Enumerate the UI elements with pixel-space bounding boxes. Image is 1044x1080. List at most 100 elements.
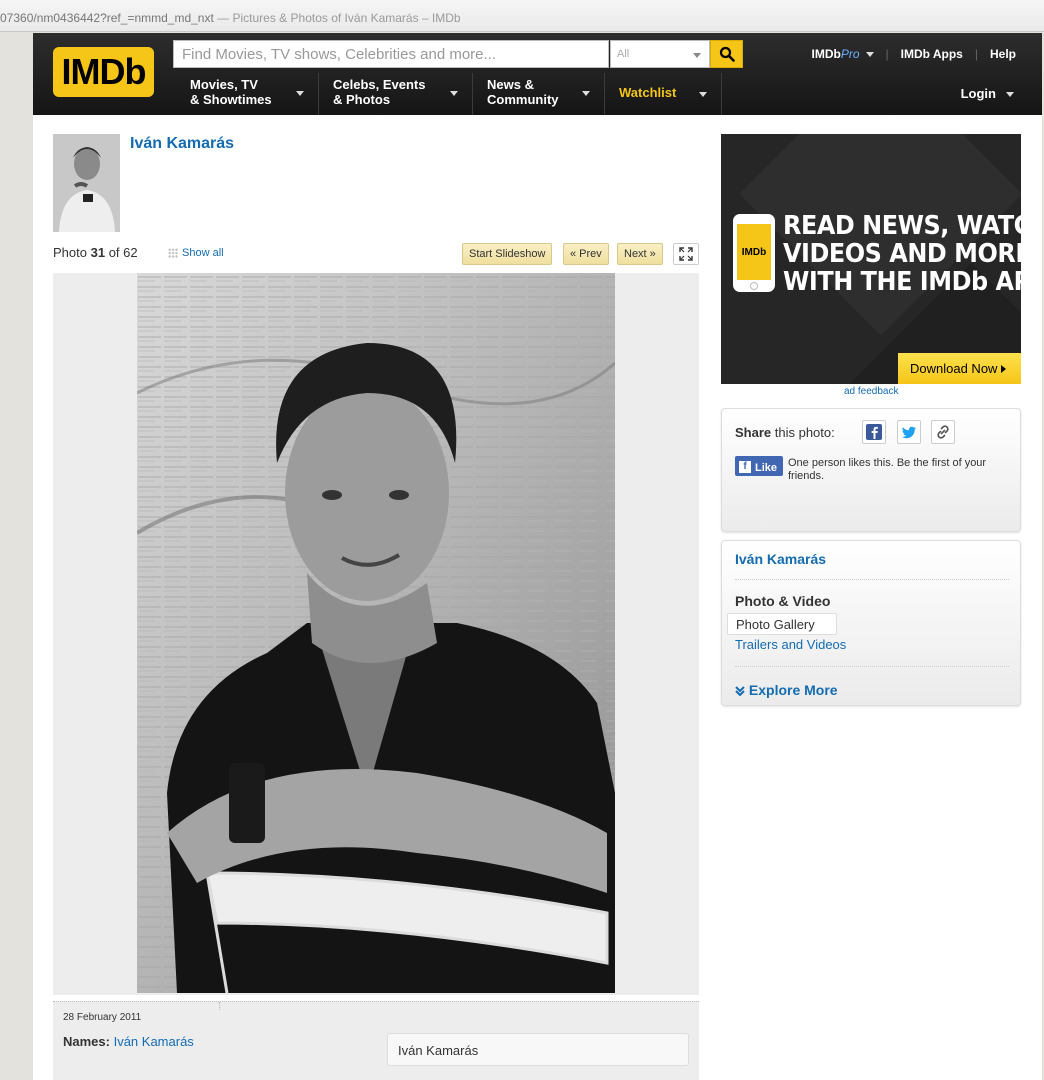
login-link[interactable]: Login — [961, 86, 1014, 101]
person-nav-box: Iván Kamarás Photo & Video Photo Gallery… — [721, 540, 1021, 706]
search-box — [173, 40, 609, 68]
search-category-select[interactable]: All — [610, 40, 710, 68]
ad-headline: READ NEWS, WATCH VIDEOS AND MORE WITH TH… — [783, 211, 1021, 297]
menu-label-line2: & Photos — [333, 92, 391, 107]
menu-news-community[interactable]: News & Community — [473, 73, 605, 115]
show-all-label: Show all — [182, 247, 224, 259]
person-thumbnail-image — [53, 134, 120, 232]
chevron-down-icon — [699, 92, 707, 97]
double-chevron-down-icon — [735, 686, 745, 697]
chevron-down-icon — [1006, 92, 1014, 98]
phone-screen-logo: IMDb — [737, 224, 771, 280]
link-icon — [937, 425, 949, 439]
fullscreen-button[interactable] — [673, 243, 699, 265]
imdb-apps-link[interactable]: IMDb Apps — [901, 47, 963, 61]
divider — [735, 579, 1009, 580]
divider: | — [974, 47, 978, 61]
chevron-down-icon — [450, 91, 458, 96]
grid-icon — [168, 248, 178, 258]
divider: | — [885, 47, 889, 61]
facebook-share-button[interactable] — [862, 420, 886, 444]
phone-icon: IMDb — [733, 214, 775, 292]
explore-more-label: Explore More — [748, 682, 838, 698]
menu-label-line1: Movies, TV — [190, 77, 258, 92]
help-link[interactable]: Help — [990, 47, 1016, 61]
facebook-like-button[interactable]: f Like — [735, 456, 783, 476]
url-text: 07360/nm0436442?ref_=nmmd_md_nxt — [0, 11, 214, 25]
start-slideshow-button[interactable]: Start Slideshow — [462, 243, 553, 265]
divider — [219, 1002, 220, 1010]
chevron-down-icon — [296, 91, 304, 96]
arrow-right-icon — [1001, 365, 1007, 373]
chevron-down-icon — [582, 91, 590, 96]
person-thumbnail[interactable] — [53, 134, 120, 232]
photo-tag-box: Iván Kamarás — [387, 1033, 689, 1066]
main-photo[interactable] — [137, 273, 615, 993]
main-photo-frame — [53, 273, 699, 995]
share-box: Share this photo: f Like One person likes… — [721, 408, 1021, 532]
show-all-link[interactable]: Show all — [168, 247, 224, 259]
ad-headline-line: VIDEOS AND MORE — [783, 239, 1021, 269]
twitter-share-button[interactable] — [897, 420, 921, 444]
ad-headline-line: WITH THE IMDb APP — [783, 267, 1021, 297]
photo-date: 28 February 2011 — [63, 1012, 142, 1023]
fullscreen-icon — [679, 247, 693, 261]
photo-current: 31 — [90, 245, 106, 260]
window-title: 07360/nm0436442?ref_=nmmd_md_nxt — Pictu… — [0, 11, 461, 25]
window-left-edge — [0, 32, 32, 1080]
page-content: Iván Kamarás Photo 31 of 62 Show all Sta… — [33, 115, 1042, 1080]
share-label-bold: Share — [735, 425, 772, 440]
share-label: Share this photo: — [735, 425, 835, 440]
app-ad-banner[interactable]: IMDb READ NEWS, WATCH VIDEOS AND MORE WI… — [721, 134, 1021, 384]
search-input[interactable] — [174, 41, 608, 67]
names-label: Names: — [63, 1034, 110, 1049]
imdb-logo[interactable]: IMDb — [53, 47, 154, 97]
person-name-heading[interactable]: Iván Kamarás — [130, 135, 234, 153]
menu-watchlist[interactable]: Watchlist — [605, 73, 722, 115]
names-link[interactable]: Iván Kamarás — [114, 1034, 194, 1049]
title-separator: — — [213, 11, 233, 25]
nav-trailers-videos[interactable]: Trailers and Videos — [735, 637, 846, 652]
search-icon — [719, 46, 735, 62]
explore-more-link[interactable]: Explore More — [735, 682, 838, 698]
photo-names: Names: Iván Kamarás — [63, 1034, 194, 1049]
imdb-navbar: IMDb All IMDbPro | IMDb Apps | Help Movi… — [33, 33, 1042, 115]
twitter-icon — [902, 426, 916, 439]
menu-movies-tv[interactable]: Movies, TV & Showtimes — [176, 73, 319, 115]
photo-counter: Photo 31 of 62 — [53, 245, 138, 260]
nav-section-heading: Photo & Video — [735, 593, 831, 609]
photo-prefix: Photo — [53, 245, 87, 260]
ad-headline-line: READ NEWS, WATCH — [783, 211, 1021, 241]
photo-total: 62 — [123, 245, 138, 260]
imdbpro-prefix: IMDb — [811, 47, 841, 61]
watchlist-label: Watchlist — [619, 85, 677, 100]
top-links: IMDbPro | IMDb Apps | Help — [812, 47, 1017, 61]
menu-label-line1: Celebs, Events — [333, 77, 426, 92]
menu-celebs-events[interactable]: Celebs, Events & Photos — [319, 73, 473, 115]
nav-photo-gallery[interactable]: Photo Gallery — [727, 613, 837, 635]
prev-button[interactable]: « Prev — [563, 243, 609, 265]
page-title-text: Pictures & Photos of Iván Kamarás – IMDb — [232, 11, 461, 25]
like-count-text: One person likes this. Be the first of y… — [788, 457, 987, 482]
share-label-rest: this photo: — [771, 425, 835, 440]
download-now-button[interactable]: Download Now — [898, 353, 1021, 384]
imdbpro-suffix: Pro — [840, 47, 860, 61]
next-button[interactable]: Next » — [617, 243, 663, 265]
photo-caption: 28 February 2011 Names: Iván Kamarás Ivá… — [53, 1001, 699, 1080]
main-menu: Movies, TV & Showtimes Celebs, Events & … — [176, 73, 722, 115]
nav-person-link[interactable]: Iván Kamarás — [735, 551, 826, 567]
download-label: Download Now — [910, 361, 998, 376]
search-button[interactable] — [710, 40, 743, 68]
imdbpro-link[interactable]: IMDbPro — [812, 47, 874, 61]
menu-label-line1: News & — [487, 77, 534, 92]
menu-label-line2: Community — [487, 92, 559, 107]
facebook-icon — [866, 424, 882, 440]
like-label: Like — [755, 461, 778, 474]
copy-link-button[interactable] — [931, 420, 955, 444]
menu-label-line2: & Showtimes — [190, 92, 272, 107]
facebook-icon: f — [739, 460, 751, 473]
main-photo-image — [137, 273, 615, 993]
ad-feedback-link[interactable]: ad feedback — [844, 386, 899, 397]
chevron-down-icon — [865, 52, 874, 58]
photo-of: of — [108, 245, 120, 260]
